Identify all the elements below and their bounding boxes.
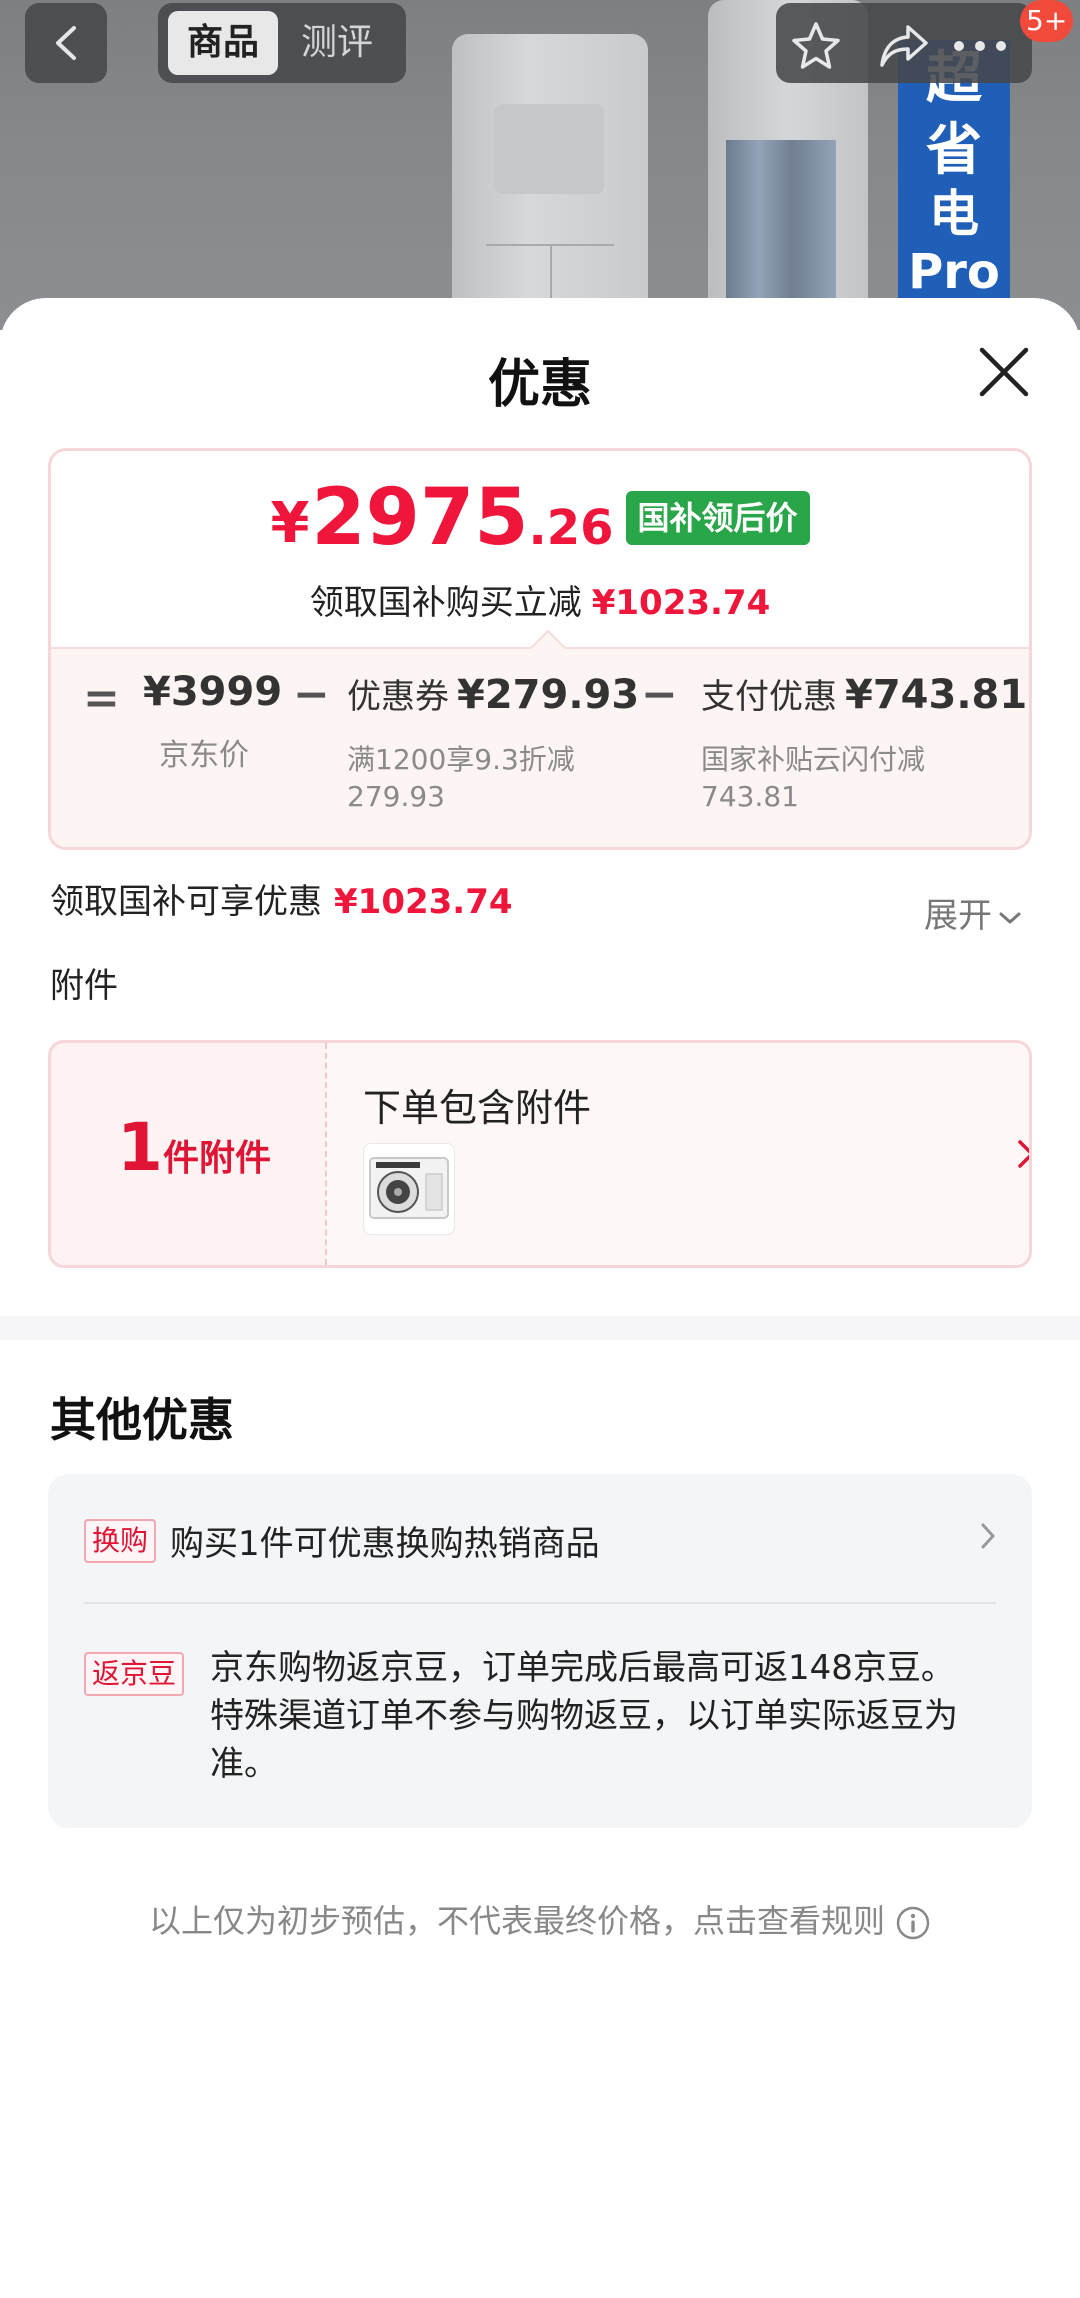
discount-sheet: 优惠 ¥ 2975 .26 国补领后价 领取国补购买立减 ¥1023.74 = ¥… xyxy=(0,298,1080,2298)
trade-in-text: 购买1件可优惠换购热销商品 xyxy=(170,1524,600,1564)
expand-button[interactable]: 展开 xyxy=(924,888,1022,937)
chevron-left-icon xyxy=(56,26,76,60)
banner-line: Pro xyxy=(908,244,1000,300)
currency-symbol: ¥ xyxy=(270,491,310,556)
payment-discount-line: 支付优惠 ¥743.81 xyxy=(701,669,1027,718)
promo-banner: 超 省 电 Pro xyxy=(898,40,1010,330)
coupon-amount: ¥279.93 xyxy=(457,672,640,718)
banner-line: 电 xyxy=(929,185,979,243)
payment-discount-label: 支付优惠 xyxy=(701,677,837,717)
subsidy-price-tag: 国补领后价 xyxy=(625,491,810,545)
tab-review[interactable]: 测评 xyxy=(282,11,392,75)
tab-product[interactable]: 商品 xyxy=(168,11,278,75)
trade-in-row[interactable]: 换购 购买1件可优惠换购热销商品 xyxy=(84,1516,996,1564)
close-icon[interactable] xyxy=(978,346,1030,398)
jd-beans-text: 京东购物返京豆，订单完成后最高可返148京豆。特殊渠道订单不参与购物返豆，以订单… xyxy=(210,1648,958,1784)
coupon-desc: 满1200享9.3折减 279.93 xyxy=(347,741,575,815)
minus-sign: − xyxy=(293,669,330,720)
other-discounts-title: 其他优惠 xyxy=(50,1393,234,1447)
chevron-right-icon xyxy=(1018,1140,1029,1168)
attachment-label: 下单包含附件 xyxy=(363,1086,592,1130)
top-actions xyxy=(776,3,1032,83)
coupon-amount-line: 优惠券 ¥279.93 xyxy=(347,669,639,718)
price-summary: ¥ 2975 .26 国补领后价 领取国补购买立减 ¥1023.74 xyxy=(51,451,1029,651)
banner-line: 省 xyxy=(926,118,982,183)
expand-label: 展开 xyxy=(924,896,992,936)
attachment-count-area: 1件附件 xyxy=(51,1043,325,1265)
trade-in-tag: 换购 xyxy=(84,1518,157,1563)
share-icon[interactable] xyxy=(878,21,930,71)
other-discounts-card: 换购 购买1件可优惠换购热销商品 返京豆 京东购物返京豆，订单完成后最高可返148… xyxy=(48,1474,1032,1828)
equals-sign: = xyxy=(83,673,120,724)
product-review-tabs: 商品 测评 xyxy=(158,3,406,83)
payment-discount-desc: 国家补贴云闪付减 743.81 xyxy=(701,741,925,815)
savings-text: 领取国补可享优惠 xyxy=(50,882,322,922)
attachment-detail: 下单包含附件 xyxy=(327,1043,1029,1265)
coupon-label: 优惠券 xyxy=(347,677,449,717)
outdoor-unit-thumbnail xyxy=(363,1143,455,1235)
chevron-right-icon xyxy=(981,1523,995,1549)
star-icon[interactable] xyxy=(790,21,842,71)
footnote-text: 以上仅为初步预估，不代表最终价格，点击查看规则 xyxy=(148,1902,885,1940)
payment-desc-line: 国家补贴云闪付减 xyxy=(701,743,926,776)
payment-desc-line: 743.81 xyxy=(701,780,799,813)
minus-sign: − xyxy=(641,669,678,720)
subsidy-reduction-text: 领取国补购买立减 xyxy=(309,583,582,623)
attachment-count: 1件附件 xyxy=(117,1109,271,1186)
price-breakdown: = ¥3999 京东价 − 优惠券 ¥279.93 满1200享9.3折减 279… xyxy=(51,647,1029,847)
notification-badge: 5+ xyxy=(1020,0,1074,42)
final-price-integer: 2975 xyxy=(311,473,529,563)
jd-beans-tag: 返京豆 xyxy=(84,1652,185,1696)
jd-price-amount: ¥3999 xyxy=(143,669,283,715)
attachment-count-unit: 件附件 xyxy=(162,1138,271,1179)
savings-amount: ¥1023.74 xyxy=(334,882,513,922)
chevron-down-icon xyxy=(999,912,1021,923)
sheet-title: 优惠 xyxy=(487,355,592,415)
info-icon xyxy=(896,1906,930,1940)
price-card: ¥ 2975 .26 国补领后价 领取国补购买立减 ¥1023.74 = ¥399… xyxy=(48,448,1032,850)
section-divider xyxy=(0,1316,1080,1340)
jd-price-label: 京东价 xyxy=(159,738,249,773)
outdoor-unit-image xyxy=(369,1157,449,1219)
payment-discount-amount: ¥743.81 xyxy=(845,672,1028,718)
ac-display-panel xyxy=(494,104,604,194)
more-icon[interactable] xyxy=(952,39,1008,53)
product-image-ac-unit xyxy=(452,34,648,330)
row-separator xyxy=(84,1602,996,1604)
back-button[interactable] xyxy=(25,3,107,83)
attachment-count-number: 1 xyxy=(117,1109,163,1186)
subsidy-reduction-line: 领取国补购买立减 ¥1023.74 xyxy=(51,575,1029,624)
attachment-card[interactable]: 1件附件 下单包含附件 xyxy=(48,1040,1032,1268)
attachments-title: 附件 xyxy=(50,966,118,1006)
final-price-decimal: .26 xyxy=(528,500,614,556)
estimate-footnote[interactable]: 以上仅为初步预估，不代表最终价格，点击查看规则 xyxy=(0,1896,1080,1942)
subsidy-reduction-amount: ¥1023.74 xyxy=(591,583,771,623)
savings-row: 领取国补可享优惠 ¥1023.74 xyxy=(50,874,513,923)
coupon-desc-line: 满1200享9.3折减 xyxy=(347,743,575,776)
coupon-desc-line: 279.93 xyxy=(347,780,445,813)
